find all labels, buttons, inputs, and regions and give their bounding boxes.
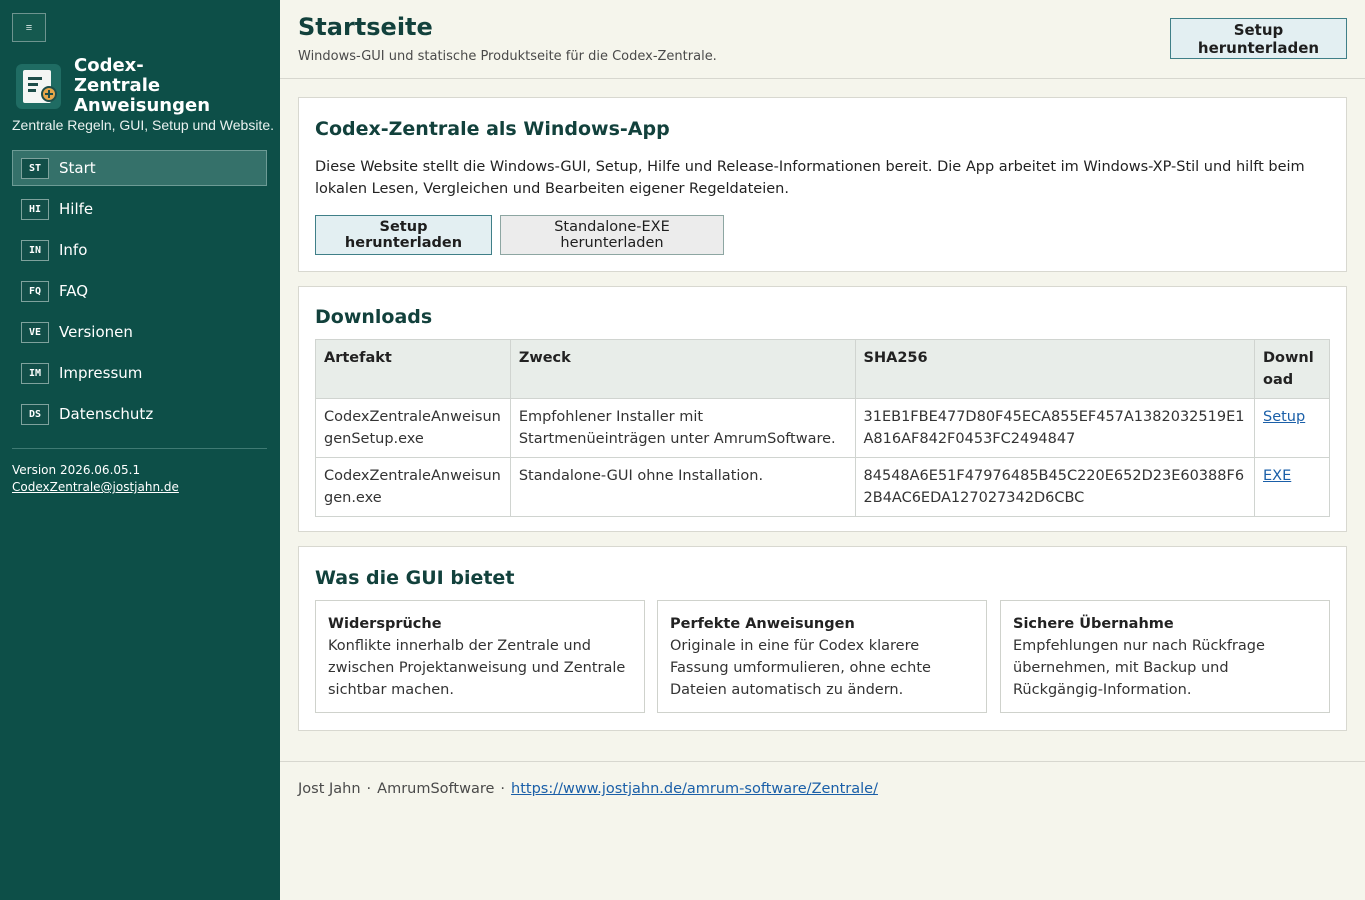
column-header-artifact: Artefakt xyxy=(315,339,511,399)
versions-icon: VE xyxy=(21,321,49,343)
footer-separator: · xyxy=(366,781,372,797)
artifact-purpose: Empfohlener Installer mit Startmenüeintr… xyxy=(509,398,856,458)
download-cell: EXE xyxy=(1254,457,1330,517)
menu-toggle-icon[interactable]: ≡ xyxy=(12,13,46,42)
sidebar-divider xyxy=(12,448,267,449)
email-link[interactable]: CodexZentrale@jostjahn.de xyxy=(12,480,179,494)
sidebar-item-label: FAQ xyxy=(59,282,89,300)
downloads-title: Downloads xyxy=(315,306,433,328)
downloads-panel: Downloads Artefakt Zweck SHA256 Download… xyxy=(298,286,1347,532)
sidebar-item-versionen[interactable]: VE Versionen xyxy=(12,314,267,350)
sidebar-item-datenschutz[interactable]: DS Datenschutz xyxy=(12,396,267,432)
feature-text: Konflikte innerhalb der Zentrale und zwi… xyxy=(328,638,626,698)
intro-text: Diese Website stellt die Windows-GUI, Se… xyxy=(315,159,1305,197)
tagline: Zentrale Regeln, GUI, Setup und Website. xyxy=(12,117,274,133)
intro-panel: Codex-Zentrale als Windows-App Diese Web… xyxy=(298,97,1347,272)
sidebar-item-label: Datenschutz xyxy=(59,405,154,423)
sidebar-item-label: Start xyxy=(59,159,96,177)
feature-title: Widersprüche xyxy=(328,616,442,632)
setup-download-button[interactable]: Setup herunterladen xyxy=(315,215,492,255)
downloads-table: Artefakt Zweck SHA256 Download CodexZent… xyxy=(315,339,1330,517)
help-icon: HI xyxy=(21,198,49,220)
footer-separator: · xyxy=(500,781,506,797)
download-cell: Setup xyxy=(1254,398,1330,458)
column-header-download: Download xyxy=(1254,339,1330,399)
impressum-icon: IM xyxy=(21,362,49,384)
exe-download-link[interactable]: EXE xyxy=(1263,468,1291,484)
sidebar: ≡ Codex-Zentrale Anweisungen Zentrale Re… xyxy=(0,0,280,900)
feature-text: Originale in eine für Codex klarere Fass… xyxy=(670,638,931,698)
table-row: CodexZentraleAnweisungen.exe Standalone-… xyxy=(315,457,1330,517)
intro-title: Codex-Zentrale als Windows-App xyxy=(315,118,670,140)
header-setup-download-button[interactable]: Setup herunterladen xyxy=(1170,18,1347,59)
artifact-sha256: 31EB1FBE477D80F45ECA855EF457A1382032519E… xyxy=(854,398,1256,458)
sidebar-item-info[interactable]: IN Info xyxy=(12,232,267,268)
feature-text: Empfehlungen nur nach Rückfrage übernehm… xyxy=(1013,638,1265,698)
feature-title: Perfekte Anweisungen xyxy=(670,616,855,632)
version-text: Version 2026.06.05.1 xyxy=(12,463,141,477)
brand: Codex-Zentrale Anweisungen xyxy=(16,56,224,116)
feature-card: Widersprüche Konflikte innerhalb der Zen… xyxy=(315,600,645,713)
brand-name: Codex-Zentrale Anweisungen xyxy=(74,55,211,116)
features-title: Was die GUI bietet xyxy=(315,567,515,589)
footer-author: Jost Jahn xyxy=(298,781,361,797)
artifact-sha256: 84548A6E51F47976485B45C220E652D23E60388F… xyxy=(854,457,1256,517)
sidebar-nav: ST Start HI Hilfe IN Info FQ FAQ VE Vers… xyxy=(12,150,267,437)
table-header-row: Artefakt Zweck SHA256 Download xyxy=(315,339,1330,399)
table-row: CodexZentraleAnweisungenSetup.exe Empfoh… xyxy=(315,398,1330,458)
footer: Jost Jahn · AmrumSoftware · https://www.jost… xyxy=(298,781,878,797)
footer-divider xyxy=(280,761,1365,762)
sidebar-item-hilfe[interactable]: HI Hilfe xyxy=(12,191,267,227)
footer-company: AmrumSoftware xyxy=(377,781,495,797)
page-header: Startseite Windows-GUI und statische Pro… xyxy=(280,0,1365,79)
sidebar-item-label: Versionen xyxy=(59,323,133,341)
privacy-icon: DS xyxy=(21,403,49,425)
sidebar-item-impressum[interactable]: IM Impressum xyxy=(12,355,267,391)
sidebar-item-label: Impressum xyxy=(59,364,143,382)
artifact-name: CodexZentraleAnweisungenSetup.exe xyxy=(315,398,511,458)
column-header-purpose: Zweck xyxy=(509,339,856,399)
artifact-purpose: Standalone-GUI ohne Installation. xyxy=(509,457,856,517)
sidebar-item-label: Hilfe xyxy=(59,200,94,218)
info-icon: IN xyxy=(21,239,49,261)
features-panel: Was die GUI bietet Widersprüche Konflikt… xyxy=(298,546,1347,731)
page-title: Startseite xyxy=(298,13,433,41)
column-header-sha256: SHA256 xyxy=(854,339,1256,399)
footer-website-link[interactable]: https://www.jostjahn.de/amrum-software/Z… xyxy=(511,781,878,797)
artifact-name: CodexZentraleAnweisungen.exe xyxy=(315,457,511,517)
feature-title: Sichere Übernahme xyxy=(1013,616,1174,632)
app-logo-icon xyxy=(16,63,61,109)
version-info: Version 2026.06.05.1 CodexZentrale@jostj… xyxy=(12,462,179,496)
feature-card: Perfekte Anweisungen Originale in eine f… xyxy=(657,600,987,713)
sidebar-item-label: Info xyxy=(59,241,88,259)
sidebar-item-faq[interactable]: FQ FAQ xyxy=(12,273,267,309)
sidebar-item-start[interactable]: ST Start xyxy=(12,150,267,186)
faq-icon: FQ xyxy=(21,280,49,302)
feature-card: Sichere Übernahme Empfehlungen nur nach … xyxy=(1000,600,1330,713)
standalone-exe-download-button[interactable]: Standalone-EXE herunterladen xyxy=(500,215,724,255)
page-subtitle: Windows-GUI und statische Produktseite f… xyxy=(298,49,717,64)
setup-download-link[interactable]: Setup xyxy=(1263,409,1305,425)
start-icon: ST xyxy=(21,157,49,179)
